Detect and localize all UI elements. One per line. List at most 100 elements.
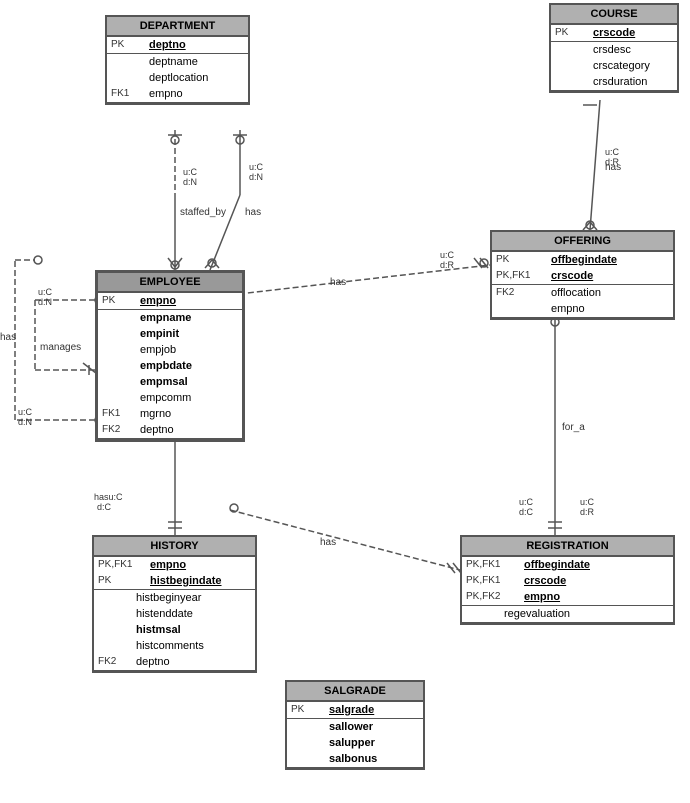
svg-text:has: has — [320, 537, 336, 548]
svg-text:has: has — [0, 332, 16, 343]
svg-text:d:R: d:R — [440, 260, 455, 270]
course-crscode: crscode — [593, 27, 673, 39]
offering-fields-section: FK2 offlocation empno — [492, 285, 673, 318]
department-fields-section: deptname deptlocation FK1 empno — [107, 54, 248, 103]
svg-text:d:N: d:N — [18, 417, 32, 427]
salgrade-pk-section: PK salgrade — [287, 702, 423, 719]
emp-empjob: empjob — [140, 344, 238, 356]
employee-empno: empno — [140, 295, 238, 307]
entity-header-salgrade: SALGRADE — [287, 682, 423, 702]
history-deptno: deptno — [136, 656, 251, 668]
svg-text:d:C: d:C — [97, 502, 112, 512]
salgrade-salbonus: salbonus — [329, 753, 419, 765]
svg-text:u:C: u:C — [38, 287, 53, 297]
emp-empbdate: empbdate — [140, 360, 238, 372]
course-row-crsduration: crsduration — [551, 74, 677, 90]
offering-empno: empno — [551, 303, 669, 315]
employee-pk-section: PK empno — [98, 293, 242, 310]
history-histbegindate: histbegindate — [150, 575, 251, 587]
reg-crscode: crscode — [524, 575, 669, 587]
svg-text:has: has — [605, 162, 621, 173]
svg-text:hasu:C: hasu:C — [94, 492, 123, 502]
dept-empno: empno — [149, 88, 244, 100]
svg-text:u:C: u:C — [440, 250, 455, 260]
registration-fields-section: regevaluation — [462, 606, 673, 623]
svg-text:staffed_by: staffed_by — [180, 207, 226, 218]
dept-row-empno: FK1 empno — [107, 86, 248, 102]
reg-regevaluation: regevaluation — [504, 608, 669, 620]
salgrade-title: SALGRADE — [324, 685, 386, 697]
entity-header-offering: OFFERING — [492, 232, 673, 252]
entity-header-employee: EMPLOYEE — [98, 273, 242, 293]
history-histmsal: histmsal — [136, 624, 251, 636]
dept-deptlocation: deptlocation — [149, 72, 244, 84]
entity-registration: REGISTRATION PK,FK1 offbegindate PK,FK1 … — [460, 535, 675, 625]
history-fields-section: histbeginyear histenddate histmsal histc… — [94, 590, 255, 671]
svg-text:d:R: d:R — [605, 157, 620, 167]
department-deptno: deptno — [149, 39, 244, 51]
svg-text:u:C: u:C — [18, 407, 33, 417]
entity-header-course: COURSE — [551, 5, 677, 25]
svg-text:manages: manages — [40, 342, 81, 353]
reg-offbegindate: offbegindate — [524, 559, 669, 571]
course-row-crscategory: crscategory — [551, 58, 677, 74]
department-title: DEPARTMENT — [140, 20, 216, 32]
svg-text:u:C: u:C — [605, 147, 620, 157]
svg-text:u:C: u:C — [249, 162, 264, 172]
offering-crscode: crscode — [551, 270, 669, 282]
history-pk-section: PK,FK1 empno PK histbegindate — [94, 557, 255, 590]
course-title: COURSE — [590, 8, 637, 20]
dept-row-deptname: deptname — [107, 54, 248, 70]
course-pk-section: PK crscode — [551, 25, 677, 42]
offering-title: OFFERING — [554, 235, 611, 247]
offering-offbegindate: offbegindate — [551, 254, 669, 266]
course-pk-row: PK crscode — [551, 25, 677, 41]
registration-title: REGISTRATION — [526, 540, 608, 552]
svg-text:has: has — [330, 277, 346, 288]
svg-text:d:N: d:N — [183, 177, 197, 187]
department-pk-label: PK — [111, 39, 149, 50]
svg-text:d:C: d:C — [519, 507, 534, 517]
diagram-container: staffed_by u:C d:N has u:C d:N u:C d:R h… — [0, 0, 690, 803]
offering-pk-section: PK offbegindate PK,FK1 crscode — [492, 252, 673, 285]
offering-offlocation: offlocation — [551, 287, 669, 299]
course-crscategory: crscategory — [593, 60, 673, 72]
emp-mgrno: mgrno — [140, 408, 238, 420]
entity-history: HISTORY PK,FK1 empno PK histbegindate hi… — [92, 535, 257, 673]
emp-deptno: deptno — [140, 424, 238, 436]
dept-row-deptlocation: deptlocation — [107, 70, 248, 86]
entity-header-history: HISTORY — [94, 537, 255, 557]
emp-empname: empname — [140, 312, 238, 324]
reg-empno: empno — [524, 591, 669, 603]
salgrade-salgrade: salgrade — [329, 704, 419, 716]
department-pk-row: PK deptno — [107, 37, 248, 53]
salgrade-salupper: salupper — [329, 737, 419, 749]
entity-department: DEPARTMENT PK deptno deptname deptlocati… — [105, 15, 250, 105]
emp-empinit: empinit — [140, 328, 238, 340]
svg-text:d:R: d:R — [580, 507, 595, 517]
svg-text:for_a: for_a — [562, 422, 585, 433]
course-row-crsdesc: crsdesc — [551, 42, 677, 58]
course-crsduration: crsduration — [593, 76, 673, 88]
salgrade-fields-section: sallower salupper salbonus — [287, 719, 423, 768]
history-histbeginyear: histbeginyear — [136, 592, 251, 604]
history-title: HISTORY — [150, 540, 198, 552]
employee-pk-row: PK empno — [98, 293, 242, 309]
svg-text:u:C: u:C — [183, 167, 198, 177]
department-pk-section: PK deptno — [107, 37, 248, 54]
svg-text:d:N: d:N — [38, 297, 52, 307]
course-crsdesc: crsdesc — [593, 44, 673, 56]
history-histenddate: histenddate — [136, 608, 251, 620]
entity-offering: OFFERING PK offbegindate PK,FK1 crscode … — [490, 230, 675, 320]
emp-empcomm: empcomm — [140, 392, 238, 404]
entity-header-department: DEPARTMENT — [107, 17, 248, 37]
dept-deptname: deptname — [149, 56, 244, 68]
svg-text:u:C: u:C — [580, 497, 595, 507]
svg-text:d:N: d:N — [249, 172, 263, 182]
course-fields-section: crsdesc crscategory crsduration — [551, 42, 677, 91]
emp-empmsal: empmsal — [140, 376, 238, 388]
entity-course: COURSE PK crscode crsdesc crscategory cr… — [549, 3, 679, 93]
entity-salgrade: SALGRADE PK salgrade sallower salupper s… — [285, 680, 425, 770]
history-empno: empno — [150, 559, 251, 571]
history-histcomments: histcomments — [136, 640, 251, 652]
